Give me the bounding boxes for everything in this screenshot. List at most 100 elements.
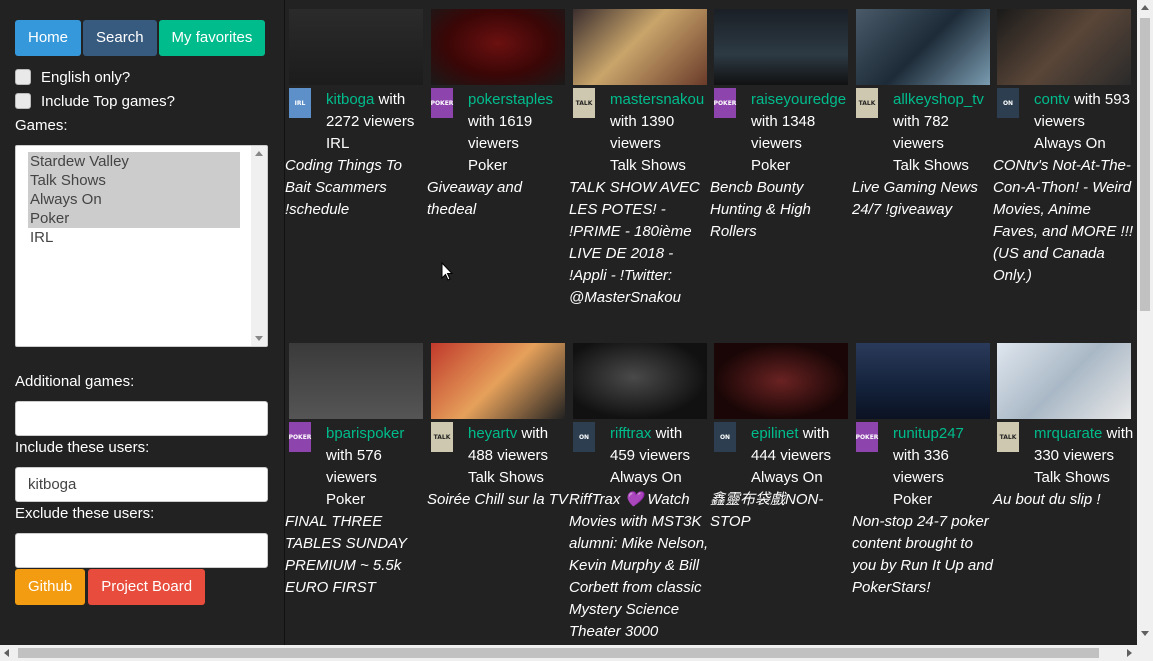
stream-title: Coding Things To Bait Scammers !schedule — [285, 157, 403, 218]
viewer-count: 593 — [1104, 91, 1130, 108]
stream-card[interactable]: TALK heyartv with 488 viewers Talk Shows So… — [427, 334, 569, 645]
games-option[interactable]: Poker — [28, 209, 240, 228]
scroll-down-icon[interactable] — [1141, 631, 1149, 636]
english-only-row: English only? — [15, 65, 130, 89]
stream-info: kitboga with 2272 viewers IRL — [326, 89, 427, 155]
stream-thumbnail[interactable] — [431, 9, 565, 85]
stream-card[interactable]: TALK mastersnakou with 1390 viewers Talk S… — [569, 0, 711, 330]
scroll-down-icon[interactable] — [255, 336, 263, 341]
search-button[interactable]: Search — [83, 20, 157, 56]
streamer-link[interactable]: epilinet — [751, 425, 799, 442]
scroll-right-icon[interactable] — [1127, 649, 1132, 657]
english-only-label: English only? — [41, 68, 131, 86]
streamer-link[interactable]: mrquarate — [1034, 425, 1102, 442]
viewers-label: viewers — [893, 135, 944, 152]
include-users-input[interactable]: kitboga — [15, 467, 268, 502]
games-multiselect[interactable]: Stardew Valley Talk Shows Always On Poker IR… — [15, 145, 268, 347]
game-name: Talk Shows — [893, 157, 969, 174]
viewers-label: viewers — [893, 469, 944, 486]
stream-info: raiseyouredge with 1348 viewers Poker — [751, 89, 852, 177]
game-name: IRL — [326, 135, 350, 152]
streamer-link[interactable]: mastersnakou — [610, 91, 704, 108]
stream-card[interactable]: ON epilinet with 444 viewers Always On 鑫靈布袋… — [710, 334, 852, 645]
stream-thumbnail[interactable] — [431, 343, 565, 419]
scroll-up-icon[interactable] — [255, 151, 263, 156]
game-name: Poker — [468, 157, 508, 174]
project-board-button[interactable]: Project Board — [88, 569, 206, 605]
stream-info: heyartv with 488 viewers Talk Shows — [468, 423, 569, 489]
game-name: Poker — [893, 491, 933, 508]
stream-info: epilinet with 444 viewers Always On — [751, 423, 852, 489]
game-name: Poker — [751, 157, 791, 174]
streamer-link[interactable]: raiseyouredge — [751, 91, 846, 108]
github-button[interactable]: Github — [15, 569, 86, 605]
streamer-link[interactable]: allkeyshop_tv — [893, 91, 984, 108]
horizontal-scroll-thumb[interactable] — [18, 648, 1099, 658]
with-text: with — [1074, 91, 1101, 108]
additional-games-input[interactable] — [15, 401, 268, 436]
stream-card[interactable]: POKER raiseyouredge with 1348 viewers Poke… — [710, 0, 852, 330]
viewer-count: 1390 — [640, 113, 675, 130]
games-option[interactable]: Talk Shows — [28, 171, 240, 190]
streamer-link[interactable]: kitboga — [326, 91, 374, 108]
games-option[interactable]: Stardew Valley — [28, 152, 240, 171]
home-button[interactable]: Home — [15, 20, 82, 56]
streamer-link[interactable]: runitup247 — [893, 425, 964, 442]
exclude-users-input[interactable] — [15, 533, 268, 568]
stream-thumbnail[interactable] — [573, 9, 707, 85]
stream-thumbnail[interactable] — [997, 343, 1131, 419]
stream-thumbnail[interactable] — [997, 9, 1131, 85]
stream-thumbnail[interactable] — [289, 343, 423, 419]
with-text: with — [326, 447, 353, 464]
viewers-label: viewers — [1034, 113, 1085, 130]
scroll-up-icon[interactable] — [1141, 5, 1149, 10]
stream-card[interactable]: TALK allkeyshop_tv with 782 viewers Talk S… — [852, 0, 994, 330]
english-only-checkbox[interactable] — [15, 69, 31, 85]
stream-thumbnail[interactable] — [714, 343, 848, 419]
stream-card[interactable]: ON rifftrax with 459 viewers Always On Riff… — [569, 334, 711, 645]
vertical-scroll-thumb[interactable] — [1140, 18, 1150, 311]
my-favorites-button[interactable]: My favorites — [158, 20, 266, 56]
stream-title: Bencb Bounty Hunting & High Rollers — [710, 179, 811, 240]
streamer-link[interactable]: heyartv — [468, 425, 517, 442]
stream-title: FINAL THREE TABLES SUNDAY PREMIUM ~ 5.5k… — [285, 513, 407, 596]
stream-thumbnail[interactable] — [289, 9, 423, 85]
stream-card[interactable]: POKER runitup247 with 336 viewers Poker Non… — [852, 334, 994, 645]
stream-thumbnail[interactable] — [856, 343, 990, 419]
vertical-scrollbar[interactable] — [1137, 0, 1153, 645]
stream-thumbnail[interactable] — [856, 9, 990, 85]
streamer-link[interactable]: bparispoker — [326, 425, 404, 442]
stream-thumbnail[interactable] — [573, 343, 707, 419]
horizontal-scrollbar[interactable] — [0, 645, 1153, 661]
stream-thumbnail[interactable] — [714, 9, 848, 85]
game-box-art-icon: POKER — [289, 422, 311, 452]
streamer-link[interactable]: rifftrax — [610, 425, 651, 442]
stream-card[interactable]: POKER bparispoker with 576 viewers Poker FI… — [285, 334, 427, 645]
with-text: with — [802, 425, 830, 442]
stream-card[interactable]: IRL kitboga with 2272 viewers IRL Coding Th… — [285, 0, 427, 330]
stream-card[interactable]: TALK mrquarate with 330 viewers Talk Shows… — [993, 334, 1135, 645]
games-options-list: Stardew Valley Talk Shows Always On Poker IR… — [28, 152, 240, 247]
stream-card[interactable]: ON contv with 593 viewers Always On CONtv's… — [993, 0, 1135, 330]
games-option[interactable]: Always On — [28, 190, 240, 209]
viewer-count: 330 — [1034, 447, 1060, 464]
stream-grid: IRL kitboga with 2272 viewers IRL Coding Th… — [285, 0, 1137, 645]
include-users-label: Include these users: — [15, 439, 150, 456]
streamer-link[interactable]: pokerstaples — [468, 91, 553, 108]
games-option[interactable]: IRL — [28, 228, 240, 247]
scroll-left-icon[interactable] — [4, 649, 9, 657]
viewers-label: viewers — [326, 469, 377, 486]
include-top-games-checkbox[interactable] — [15, 93, 31, 109]
games-scrollbar[interactable] — [251, 146, 267, 346]
game-box-art-icon: TALK — [856, 88, 878, 118]
stream-title: CONtv's Not-At-The-Con-A-Thon! - Weird M… — [993, 157, 1134, 284]
game-name: Always On — [1034, 135, 1106, 152]
viewers-label: viewers — [363, 113, 415, 130]
stream-info: bparispoker with 576 viewers Poker — [326, 423, 427, 511]
viewer-count: 1619 — [498, 113, 533, 130]
streamer-link[interactable]: contv — [1034, 91, 1070, 108]
with-text: with — [378, 91, 406, 108]
viewer-count: 2272 — [326, 113, 360, 130]
stream-info: contv with 593 viewers Always On — [1034, 89, 1135, 155]
game-box-art-icon: TALK — [573, 88, 595, 118]
